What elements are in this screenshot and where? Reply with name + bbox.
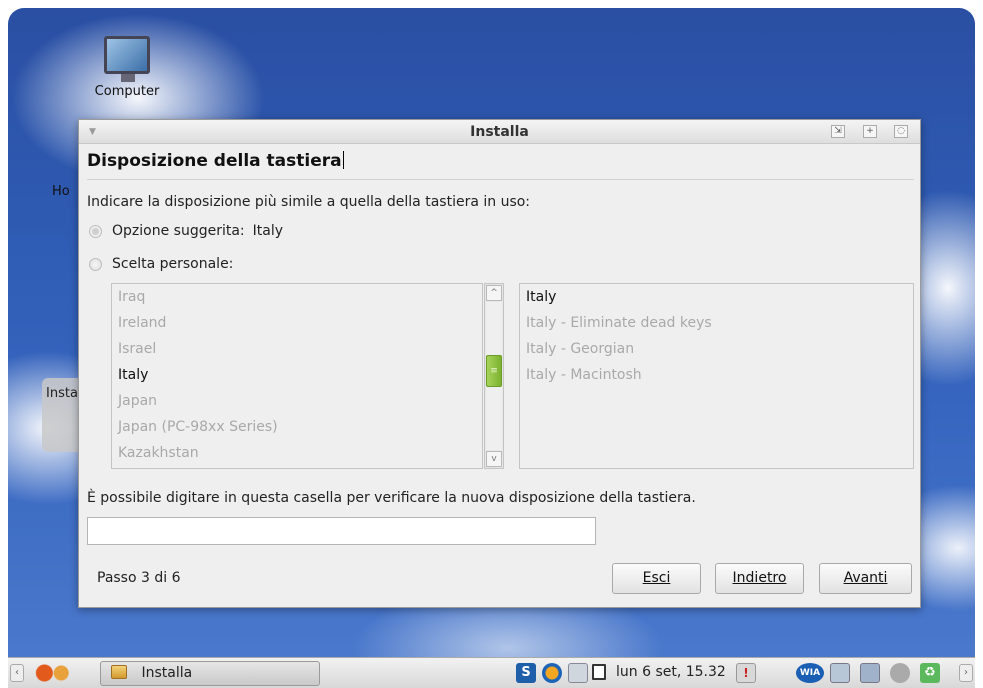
variant-item[interactable]: Italy - Macintosh — [520, 362, 913, 388]
step-indicator: Passo 3 di 6 — [97, 570, 181, 586]
suggested-label: Opzione suggerita: — [112, 223, 245, 239]
speaker-tray-icon[interactable] — [890, 663, 910, 683]
display-tray-icon[interactable] — [592, 664, 606, 680]
taskbar: ‹ Installa S lun 6 set, 15.32 ! WIA ♻ › — [8, 657, 975, 688]
computer-label: Computer — [94, 84, 160, 99]
network-manager-tray-icon[interactable] — [860, 663, 880, 683]
monitor-icon — [104, 36, 150, 82]
firefox-tray-icon[interactable] — [542, 663, 562, 683]
network-tray-icon[interactable] — [568, 663, 588, 683]
window-menu-icon[interactable]: ▼ — [89, 120, 96, 144]
test-field-label: È possibile digitare in questa casella p… — [87, 490, 696, 506]
close-icon[interactable]: ◌ — [894, 125, 908, 138]
variant-item-selected[interactable]: Italy — [520, 284, 913, 310]
country-list[interactable]: Iraq Ireland Israel Italy Japan Japan (P… — [111, 283, 483, 469]
radio-indicator[interactable] — [89, 224, 102, 238]
scroll-down-icon[interactable]: v — [486, 451, 502, 467]
wia-tray-icon[interactable]: WIA — [796, 663, 824, 683]
back-button[interactable]: Indietro — [715, 563, 804, 594]
keyboard-test-input[interactable] — [87, 517, 596, 545]
window-title: Installa — [470, 124, 529, 140]
scroll-thumb[interactable]: ≡ — [486, 355, 502, 387]
installer-task-icon — [111, 665, 127, 679]
minimize-icon[interactable]: ⇲ — [831, 125, 845, 138]
taskbar-window-button[interactable]: Installa — [100, 661, 320, 686]
variant-list[interactable]: Italy Italy - Eliminate dead keys Italy … — [519, 283, 914, 469]
country-item[interactable]: Kazakhstan — [112, 440, 482, 466]
country-item-selected[interactable]: Italy — [112, 362, 482, 388]
skype-tray-icon[interactable]: S — [516, 663, 536, 683]
variant-item[interactable]: Italy - Eliminate dead keys — [520, 310, 913, 336]
country-item[interactable]: Iraq — [112, 284, 482, 310]
country-item[interactable]: Japan — [112, 388, 482, 414]
maximize-icon[interactable]: + — [863, 125, 877, 138]
start-menu-logo-icon[interactable] — [30, 662, 78, 684]
quit-button[interactable]: Esci — [612, 563, 701, 594]
country-list-scrollbar[interactable]: ^ ≡ v — [484, 283, 504, 469]
country-item[interactable]: Israel — [112, 336, 482, 362]
suggested-value: Italy — [252, 223, 284, 239]
personal-label: Scelta personale: — [112, 256, 234, 272]
personal-choice-radio[interactable]: Scelta personale: — [89, 256, 233, 272]
radio-indicator[interactable] — [89, 257, 102, 271]
taskbar-scroll-left-icon[interactable]: ‹ — [10, 664, 24, 682]
clipboard-tray-icon[interactable] — [830, 663, 850, 683]
clock[interactable]: lun 6 set, 15.32 — [616, 664, 726, 680]
installer-window: ▼ Installa ⇲ + ◌ Disposizione della tast… — [78, 119, 921, 608]
title-divider — [87, 179, 914, 180]
page-title: Disposizione della tastiera — [87, 151, 342, 171]
forward-button[interactable]: Avanti — [819, 563, 912, 594]
country-item[interactable]: Japan (PC-98xx Series) — [112, 414, 482, 440]
suggested-option-radio[interactable]: Opzione suggerita: Italy — [89, 223, 283, 239]
volume-tray-icon[interactable]: ! — [736, 663, 756, 683]
country-item[interactable]: Ireland — [112, 310, 482, 336]
window-titlebar[interactable]: ▼ Installa ⇲ + ◌ — [79, 120, 920, 144]
instruction-text: Indicare la disposizione più simile a qu… — [87, 194, 531, 210]
computer-desktop-icon[interactable]: Computer — [82, 36, 172, 99]
scroll-up-icon[interactable]: ^ — [486, 285, 502, 301]
home-desktop-icon-label[interactable]: Ho — [52, 184, 70, 199]
taskbar-scroll-right-icon[interactable]: › — [959, 664, 973, 682]
recycle-tray-icon[interactable]: ♻ — [920, 663, 940, 683]
variant-item[interactable]: Italy - Georgian — [520, 336, 913, 362]
taskbar-window-label: Installa — [141, 665, 193, 681]
